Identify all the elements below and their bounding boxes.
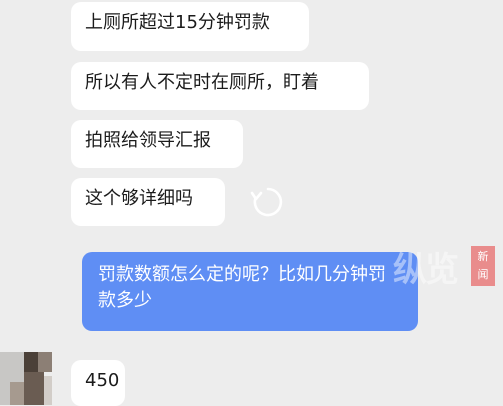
outgoing-message[interactable]: 罚款数额怎么定的呢？比如几分钟罚款多少	[82, 252, 418, 331]
message-text: 所以有人不定时在厕所，盯着	[85, 72, 319, 93]
message-text: 这个够详细吗	[85, 188, 193, 209]
watermark-badge: 新 闻	[471, 246, 495, 286]
chat-view: 上厕所超过15分钟罚款 所以有人不定时在厕所，盯着 拍照给领导汇报 这个够详细吗…	[0, 0, 503, 406]
refresh-icon[interactable]	[250, 184, 286, 220]
message-text: 上厕所超过15分钟罚款	[85, 12, 270, 33]
watermark-logo-text: 纵览	[393, 250, 459, 290]
incoming-message[interactable]: 这个够详细吗	[71, 178, 225, 226]
avatar[interactable]	[0, 352, 52, 405]
incoming-message[interactable]: 450	[71, 360, 125, 406]
watermark-badge-top: 新	[477, 250, 489, 263]
message-text: 拍照给领导汇报	[85, 130, 211, 151]
incoming-message[interactable]: 所以有人不定时在厕所，盯着	[71, 62, 369, 110]
message-text: 450	[85, 370, 120, 391]
news-watermark: 纵览 新 闻	[393, 242, 501, 290]
incoming-message[interactable]: 拍照给领导汇报	[71, 120, 243, 168]
message-text: 罚款数额怎么定的呢？比如几分钟罚款多少	[98, 264, 386, 311]
incoming-message[interactable]: 上厕所超过15分钟罚款	[71, 2, 309, 51]
watermark-badge-bottom: 闻	[477, 268, 489, 281]
